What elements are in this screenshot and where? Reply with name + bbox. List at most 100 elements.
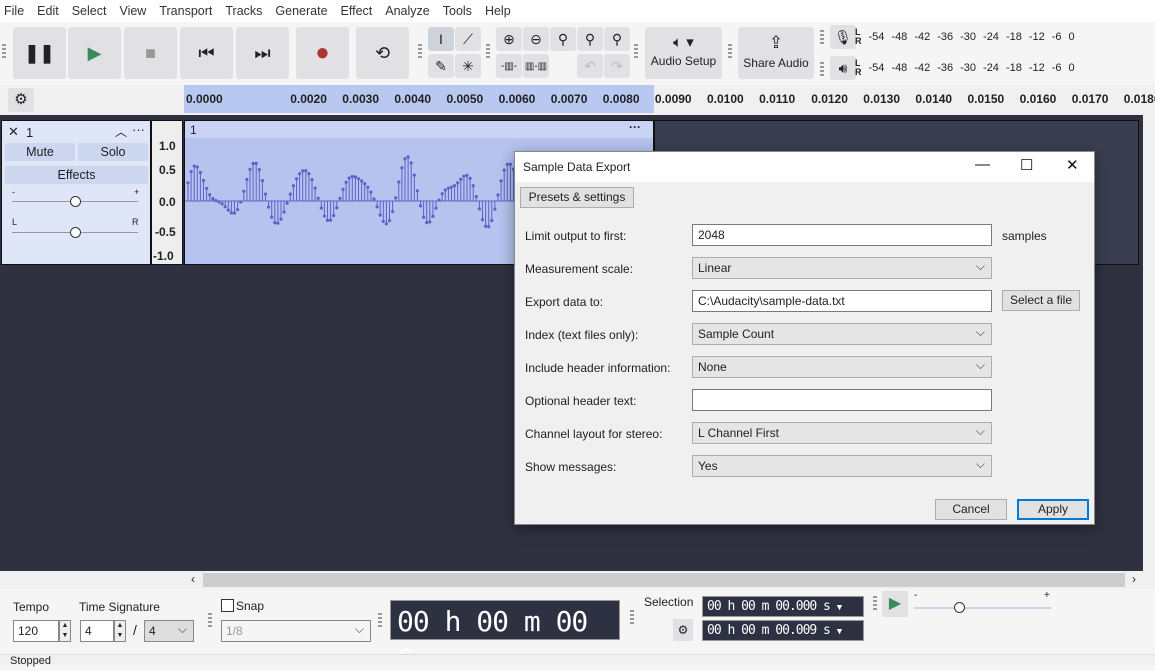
speed-slider-thumb[interactable]: [954, 602, 965, 613]
time-sig-denominator-select[interactable]: 4: [144, 620, 194, 642]
toolbar-grip[interactable]: [634, 44, 638, 58]
stop-button[interactable]: ■: [124, 27, 177, 79]
menu-generate[interactable]: Generate: [275, 4, 327, 18]
tempo-input[interactable]: 120: [13, 620, 59, 642]
apply-button[interactable]: Apply: [1017, 499, 1089, 520]
menu-transport[interactable]: Transport: [159, 4, 212, 18]
vertical-scale[interactable]: 1.0 0.5 0.0 -0.5 -1.0: [151, 120, 183, 265]
toolbar-grip[interactable]: [630, 610, 634, 624]
zoom-out-button[interactable]: ⊖: [523, 27, 549, 51]
toolbar-grip[interactable]: [208, 613, 212, 627]
show-messages-select[interactable]: Yes: [692, 455, 992, 477]
menu-file[interactable]: File: [4, 4, 24, 18]
envelope-tool-button[interactable]: ⟋: [455, 27, 481, 51]
menu-help[interactable]: Help: [485, 4, 511, 18]
play-at-speed-button[interactable]: ▶: [882, 591, 908, 617]
draw-tool-button[interactable]: ✎: [428, 54, 454, 78]
numerator-spinner[interactable]: ▲ ▼: [114, 620, 126, 642]
measurement-scale-select[interactable]: Linear: [692, 257, 992, 279]
toolbar-grip[interactable]: [820, 62, 824, 76]
mute-button[interactable]: Mute: [5, 143, 75, 161]
time-display[interactable]: 00 h 00 m 00 s▼: [390, 600, 620, 671]
collapse-icon[interactable]: ︿: [115, 123, 127, 140]
selection-end[interactable]: 00 h 00 m 00.009 s ▼: [702, 620, 864, 641]
selection-tool-button[interactable]: I: [428, 27, 454, 51]
dropdown-icon[interactable]: ▼: [837, 627, 843, 637]
loop-button[interactable]: ⟲: [356, 27, 409, 79]
horizontal-scrollbar[interactable]: ‹ ›: [0, 571, 1155, 589]
solo-button[interactable]: Solo: [78, 143, 148, 161]
cancel-button[interactable]: Cancel: [935, 499, 1007, 520]
toolbar-grip[interactable]: [418, 44, 422, 58]
audio-setup-button[interactable]: 🔈︎ ▾ Audio Setup: [645, 27, 722, 79]
menu-edit[interactable]: Edit: [37, 4, 59, 18]
select-file-button[interactable]: Select a file: [1002, 290, 1080, 311]
toolbar-grip[interactable]: [378, 613, 382, 627]
clip-header[interactable]: 1 ···: [185, 120, 653, 138]
toolbar-grip[interactable]: [873, 596, 877, 610]
toolbar-grip[interactable]: [2, 44, 6, 58]
playback-speed-slider[interactable]: [914, 607, 1051, 609]
undo-button[interactable]: ↶: [577, 54, 603, 78]
speed-plus-label: +: [1044, 590, 1050, 601]
index-select[interactable]: Sample Count: [692, 323, 992, 345]
sample-point: [267, 205, 271, 209]
presets-settings-button[interactable]: Presets & settings: [520, 187, 634, 208]
channel-layout-select[interactable]: L Channel First: [692, 422, 992, 444]
pan-slider-thumb[interactable]: [70, 227, 81, 238]
menu-tools[interactable]: Tools: [443, 4, 472, 18]
silence-button[interactable]: ▥-▥: [523, 54, 549, 78]
header-info-select[interactable]: None: [692, 356, 992, 378]
menu-tracks[interactable]: Tracks: [225, 4, 262, 18]
scroll-left-icon[interactable]: ‹: [191, 572, 195, 586]
pause-button[interactable]: ❚❚: [13, 27, 66, 79]
multi-tool-button[interactable]: ✳: [455, 54, 481, 78]
record-meter-button[interactable]: 🎙︎: [830, 25, 856, 49]
maximize-icon[interactable]: ☐: [1020, 156, 1033, 174]
scroll-right-icon[interactable]: ›: [1132, 572, 1136, 586]
record-meter[interactable]: LR -54 -48 -42 -36 -30 -24 -18 -12 -6 0: [855, 26, 1155, 48]
selection-start[interactable]: 00 h 00 m 00.000 s ▼: [702, 596, 864, 617]
skip-end-button[interactable]: ⏭: [236, 27, 289, 79]
tempo-spinner[interactable]: ▲ ▼: [59, 620, 71, 642]
scrollbar-thumb[interactable]: [203, 573, 1125, 587]
skip-start-button[interactable]: ⏮: [180, 27, 233, 79]
timeline-settings-button[interactable]: ⚙: [8, 88, 34, 112]
zoom-in-button[interactable]: ⊕: [496, 27, 522, 51]
track-name[interactable]: 1: [26, 125, 33, 140]
close-icon[interactable]: ✕: [1066, 156, 1079, 174]
menu-analyze[interactable]: Analyze: [385, 4, 429, 18]
fit-selection-button[interactable]: ⚲: [550, 27, 576, 51]
time-sig-numerator-input[interactable]: 4: [80, 620, 114, 642]
play-button[interactable]: ▶: [68, 27, 121, 79]
close-track-icon[interactable]: ✕: [8, 124, 19, 140]
redo-button[interactable]: ↷: [604, 54, 630, 78]
optional-header-input[interactable]: [692, 389, 992, 411]
track-menu-icon[interactable]: ···: [132, 122, 145, 137]
menu-select[interactable]: Select: [72, 4, 107, 18]
toolbar-grip[interactable]: [486, 44, 490, 58]
playback-meter-button[interactable]: 🔊︎: [830, 56, 856, 80]
clip-name[interactable]: 1: [190, 123, 197, 137]
record-button[interactable]: ●: [296, 27, 349, 79]
effects-button[interactable]: Effects: [5, 166, 148, 184]
minimize-icon[interactable]: —: [975, 156, 990, 173]
export-path-input[interactable]: C:\Audacity\sample-data.txt: [692, 290, 992, 312]
gain-slider-thumb[interactable]: [70, 196, 81, 207]
snap-select[interactable]: 1/8: [221, 620, 371, 642]
dropdown-icon[interactable]: ▼: [837, 603, 843, 613]
vertical-scrollbar[interactable]: [1143, 115, 1155, 571]
snap-checkbox[interactable]: [221, 599, 234, 612]
fit-project-button[interactable]: ⚲: [577, 27, 603, 51]
clip-menu-icon[interactable]: ···: [629, 120, 641, 134]
menu-effect[interactable]: Effect: [341, 4, 373, 18]
share-audio-button[interactable]: ⇪ Share Audio: [738, 27, 814, 79]
selection-settings-button[interactable]: ⚙: [673, 619, 693, 641]
toolbar-grip[interactable]: [820, 30, 824, 44]
toolbar-grip[interactable]: [728, 44, 732, 58]
limit-output-input[interactable]: 2048: [692, 224, 992, 246]
zoom-toggle-button[interactable]: ⚲: [604, 27, 630, 51]
playback-meter[interactable]: LR -54 -48 -42 -36 -30 -24 -18 -12 -6 0: [855, 57, 1155, 79]
menu-view[interactable]: View: [119, 4, 146, 18]
trim-button[interactable]: -▥-: [496, 54, 522, 78]
